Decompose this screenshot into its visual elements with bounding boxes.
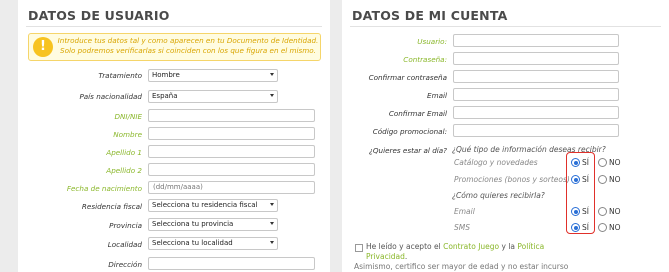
localidad-value: Selecciona tu localidad: [152, 239, 233, 247]
confirmar-email-input[interactable]: [453, 106, 619, 119]
sms-no-label: NO: [609, 223, 621, 232]
legal-prefix: He leído y acepto el: [366, 242, 444, 251]
nombre-label: Nombre: [113, 130, 142, 139]
fecha-label: Fecha de nacimiento: [66, 184, 142, 193]
age-certification-text: Asimismo, certifico ser mayor de edad y …: [354, 262, 569, 271]
tratamiento-value: Hombre: [152, 71, 180, 79]
como-recibirla-question: ¿Cómo quieres recibirla?: [452, 191, 545, 200]
contrato-juego-link[interactable]: Contrato Juego: [443, 242, 499, 251]
apellido1-input[interactable]: [148, 145, 315, 158]
account-data-panel: DATOS DE MI CUENTA Usuario: Contraseña: …: [342, 0, 669, 272]
residencia-label: Residencia fiscal: [81, 202, 142, 211]
confirmar-contrasena-input[interactable]: [453, 70, 619, 83]
email-option-label: Email: [454, 207, 475, 216]
accept-terms-text: He leído y acepto el Contrato Juego y la…: [366, 242, 566, 262]
alert-message: Introduce tus datos tal y como aparecen …: [57, 36, 319, 55]
promociones-no-label: NO: [609, 175, 621, 184]
tratamiento-select[interactable]: Hombre: [148, 69, 278, 82]
confirmar-contrasena-label: Confirmar contraseña: [368, 73, 447, 82]
codigo-input[interactable]: [453, 124, 619, 137]
contrasena-input[interactable]: [453, 52, 619, 65]
apellido2-input[interactable]: [148, 163, 315, 176]
direccion-label: Dirección: [108, 260, 142, 269]
legal-mid: y la: [499, 242, 518, 251]
sms-no-radio[interactable]: [598, 223, 607, 232]
tratamiento-label: Tratamiento: [98, 71, 142, 80]
nombre-input[interactable]: [148, 127, 315, 140]
accept-terms-checkbox[interactable]: [355, 244, 363, 252]
residencia-value: Selecciona tu residencia fiscal: [152, 201, 258, 209]
catalogo-no-radio[interactable]: [598, 158, 607, 167]
email-no-label: NO: [609, 207, 621, 216]
apellido1-label: Apellido 1: [106, 148, 142, 157]
catalogo-no-label: NO: [609, 158, 621, 167]
id-info-alert: ! Introduce tus datos tal y como aparece…: [28, 33, 321, 61]
provincia-select[interactable]: Selecciona tu provincia: [148, 218, 278, 231]
chevron-down-icon: [270, 203, 274, 206]
apellido2-label: Apellido 2: [106, 166, 142, 175]
dni-label: DNI/NIE: [114, 112, 143, 121]
sms-option-label: SMS: [454, 223, 470, 232]
pais-value: España: [152, 92, 178, 100]
promociones-label: Promociones (bonos y sorteos): [454, 175, 570, 184]
fecha-input[interactable]: (dd/mm/aaaa): [148, 181, 315, 194]
email-label: Email: [427, 91, 447, 100]
user-data-panel: DATOS DE USUARIO ! Introduce tus datos t…: [18, 0, 330, 272]
contrasena-label: Contraseña:: [403, 55, 447, 64]
chevron-down-icon: [270, 94, 274, 97]
exclamation-icon: !: [33, 37, 53, 57]
usuario-input[interactable]: [453, 34, 619, 47]
pais-select[interactable]: España: [148, 90, 278, 103]
localidad-select[interactable]: Selecciona tu localidad: [148, 237, 278, 250]
title-divider: [350, 26, 661, 27]
pais-label: País nacionalidad: [79, 92, 142, 101]
account-data-title: DATOS DE MI CUENTA: [352, 8, 508, 23]
chevron-down-icon: [270, 222, 274, 225]
codigo-label: Código promocional:: [372, 127, 447, 136]
chevron-down-icon: [270, 241, 274, 244]
email-no-radio[interactable]: [598, 207, 607, 216]
legal-suffix: .: [404, 252, 408, 261]
dni-input[interactable]: [148, 109, 315, 122]
usuario-label: Usuario:: [417, 37, 447, 46]
confirmar-email-label: Confirmar Email: [388, 109, 447, 118]
chevron-down-icon: [270, 73, 274, 76]
yes-options-highlight: [566, 152, 595, 234]
estar-al-dia-label: ¿Quieres estar al día?: [369, 146, 447, 155]
direccion-input[interactable]: [148, 257, 315, 270]
email-input[interactable]: [453, 88, 619, 101]
promociones-no-radio[interactable]: [598, 175, 607, 184]
localidad-label: Localidad: [107, 240, 142, 249]
provincia-label: Provincia: [109, 221, 142, 230]
provincia-value: Selecciona tu provincia: [152, 220, 234, 228]
catalogo-label: Catálogo y novedades: [454, 158, 538, 167]
user-data-title: DATOS DE USUARIO: [28, 8, 170, 23]
residencia-select[interactable]: Selecciona tu residencia fiscal: [148, 199, 278, 212]
title-divider: [26, 26, 322, 27]
